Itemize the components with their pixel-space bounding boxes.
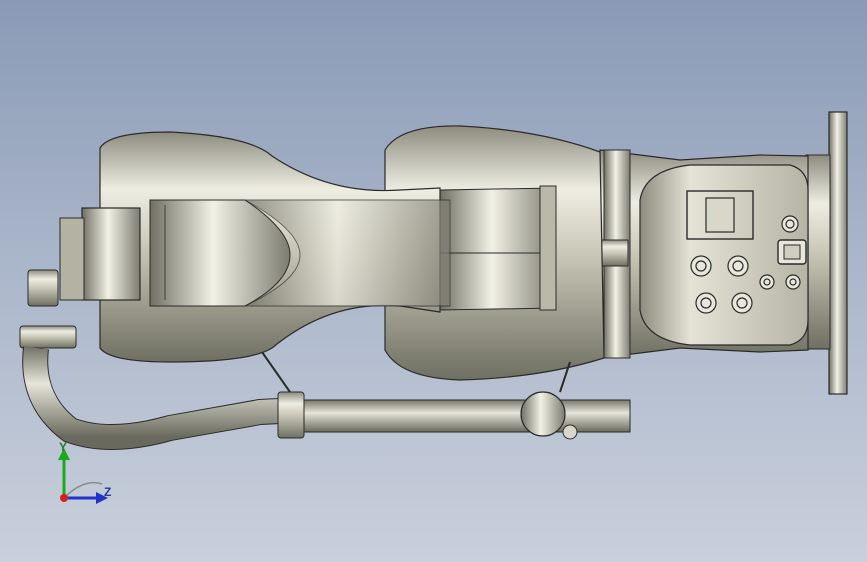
z-axis-label: Z bbox=[104, 485, 112, 499]
coordinate-triad: Y Z bbox=[44, 438, 114, 508]
base-mount[interactable] bbox=[805, 111, 848, 395]
origin-dot bbox=[60, 494, 68, 502]
cad-viewport[interactable]: Y Z bbox=[0, 0, 867, 562]
robot-arm-model[interactable] bbox=[0, 0, 867, 562]
y-axis-label: Y bbox=[59, 440, 68, 454]
base-housing[interactable] bbox=[599, 149, 809, 359]
